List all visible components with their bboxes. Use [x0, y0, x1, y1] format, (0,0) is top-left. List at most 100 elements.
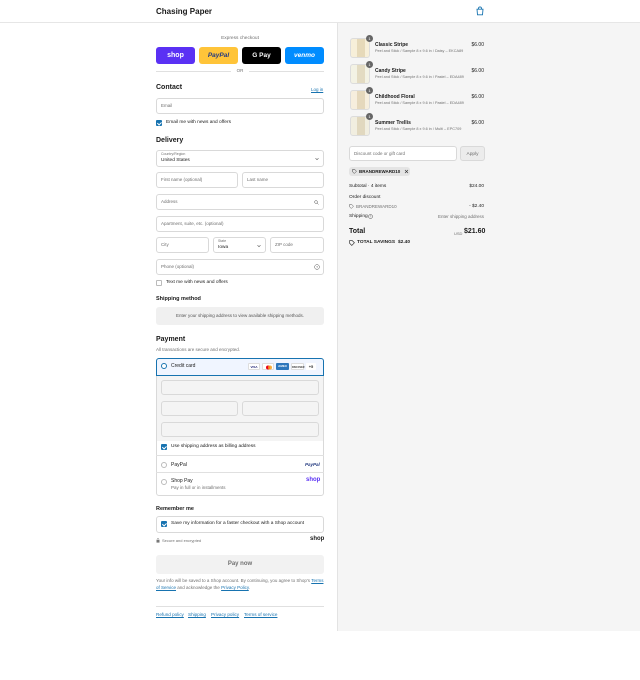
city-field[interactable]: City — [156, 237, 209, 253]
total-savings-value: $2.40 — [398, 240, 411, 245]
paypal-label: PayPal — [171, 462, 187, 468]
credit-card-label: Credit card — [171, 363, 196, 369]
shop-pay-button[interactable]: shop — [156, 47, 195, 64]
svg-text:?: ? — [316, 265, 318, 269]
total-savings-label: TOTAL SAVINGS — [357, 240, 396, 245]
paypal-radio[interactable] — [161, 462, 167, 468]
discover-icon: DISCOVER — [291, 363, 305, 370]
text-news-checkbox[interactable] — [156, 280, 162, 286]
shoppay-label: Shop Pay — [171, 478, 193, 484]
help-icon[interactable]: ? — [314, 264, 320, 270]
pay-now-button[interactable]: Pay now — [156, 555, 324, 574]
item-description: Peel and Stick / Sample 8 x 9.6 in / Dai… — [375, 49, 464, 53]
order-summary-panel — [337, 23, 640, 631]
quantity-badge: 1 — [366, 61, 373, 68]
item-description: Peel and Stick / Sample 8 x 9.6 in / Pas… — [375, 101, 464, 105]
shipping-method-info: Enter your shipping address to view avai… — [156, 307, 324, 325]
payment-title: Payment — [156, 336, 186, 343]
item-price: $6.00 — [471, 120, 484, 126]
discount-code-field[interactable]: Discount code or gift card — [349, 146, 457, 161]
state-select[interactable]: State Iowa — [213, 237, 266, 253]
item-price: $6.00 — [471, 42, 484, 48]
email-news-checkbox[interactable] — [156, 120, 162, 126]
expiry-field[interactable] — [161, 401, 238, 416]
close-icon[interactable] — [404, 169, 409, 174]
savings-tag-icon — [349, 240, 355, 246]
state-value: Iowa — [218, 245, 229, 250]
phone-field[interactable]: Phone (optional) ? — [156, 259, 324, 275]
item-price: $6.00 — [471, 68, 484, 74]
security-code-field[interactable] — [242, 401, 319, 416]
tag-icon — [352, 169, 357, 174]
footer-divider — [156, 606, 324, 607]
item-name: Childhood Floral — [375, 94, 415, 100]
shipping-label: Shipping — [349, 214, 368, 219]
more-cards-badge: +5 — [306, 363, 316, 370]
apartment-field[interactable]: Apartment, suite, etc. (optional) — [156, 216, 324, 232]
tag-icon — [349, 204, 354, 209]
order-discount-label: Order discount — [349, 195, 381, 200]
amex-icon: AMEX — [276, 363, 289, 370]
country-value: United States — [161, 158, 190, 163]
divider — [156, 455, 324, 456]
credit-card-radio[interactable] — [161, 363, 167, 369]
google-pay-button[interactable]: G Pay — [242, 47, 281, 64]
venmo-button[interactable]: venmo — [285, 47, 324, 64]
brand-logo[interactable]: Chasing Paper — [156, 7, 212, 16]
email-field[interactable]: Email — [156, 98, 324, 114]
remember-me-title: Remember me — [156, 506, 194, 512]
address-placeholder: Address — [161, 199, 178, 204]
divider — [156, 472, 324, 473]
privacy-policy-link[interactable]: Privacy policy — [211, 612, 239, 617]
shoppay-sublabel: Pay in full or in installments — [171, 485, 226, 490]
card-number-field[interactable] — [161, 380, 319, 395]
discount-value: - $2.40 — [469, 204, 484, 209]
total-label: Total — [349, 228, 366, 235]
address-field[interactable]: Address — [156, 194, 324, 210]
last-name-field[interactable]: Last name — [242, 172, 324, 188]
chevron-down-icon — [315, 157, 319, 161]
item-description: Peel and Stick / Sample 8 x 9.6 in / Mul… — [375, 127, 462, 131]
divider-right — [249, 71, 324, 72]
mastercard-icon — [262, 363, 274, 370]
paypal-button[interactable]: PayPal — [199, 47, 238, 64]
delivery-title: Delivery — [156, 137, 184, 144]
lock-icon — [156, 538, 160, 543]
payment-subtitle: All transactions are secure and encrypte… — [156, 347, 241, 352]
first-name-field[interactable]: First name (optional) — [156, 172, 238, 188]
privacy-link[interactable]: Privacy Policy — [221, 585, 249, 590]
total-value: $21.60 — [464, 228, 486, 235]
legal-period: . — [248, 585, 251, 590]
shoppay-radio[interactable] — [161, 479, 167, 485]
name-on-card-field[interactable] — [161, 422, 319, 437]
shoppay-logo: shop — [306, 477, 321, 483]
shipping-link[interactable]: Shipping — [188, 612, 206, 617]
or-divider: OR — [236, 68, 244, 73]
apply-button[interactable]: Apply — [460, 146, 485, 161]
item-name: Candy Stripe — [375, 68, 406, 74]
item-name: Summer Trellis — [375, 120, 411, 126]
billing-checkbox[interactable] — [161, 444, 167, 450]
secure-label: Secure and encrypted — [162, 538, 202, 543]
contact-title: Contact — [156, 84, 183, 91]
item-name: Classic Stripe — [375, 42, 409, 48]
legal-text-before: Your info will be saved to a Shop accoun… — [156, 578, 311, 583]
billing-label: Use shipping address as billing address — [171, 444, 256, 449]
discount-code-label: BRANDREWARD10 — [356, 204, 397, 209]
legal-text-and: and acknowledge the — [177, 585, 220, 590]
chevron-down-icon — [257, 244, 261, 248]
quantity-badge: 1 — [366, 87, 373, 94]
refund-policy-link[interactable]: Refund policy — [156, 612, 184, 617]
terms-of-service-link[interactable]: Terms of service — [244, 612, 277, 617]
bag-icon[interactable] — [475, 6, 485, 16]
zip-field[interactable]: ZIP code — [270, 237, 324, 253]
item-description: Peel and Stick / Sample 8 x 9.6 in / Pas… — [375, 75, 464, 79]
save-info-checkbox[interactable] — [161, 521, 167, 527]
legal-text: Your info will be saved to a Shop accoun… — [156, 577, 324, 591]
country-select[interactable]: Country/Region United States — [156, 150, 324, 167]
phone-placeholder: Phone (optional) — [161, 264, 195, 269]
help-icon[interactable]: ? — [368, 214, 373, 219]
shipping-method-title: Shipping method — [156, 296, 201, 302]
save-info-label: Save my information for a faster checkou… — [171, 521, 305, 526]
login-link[interactable]: Log in — [311, 87, 323, 92]
